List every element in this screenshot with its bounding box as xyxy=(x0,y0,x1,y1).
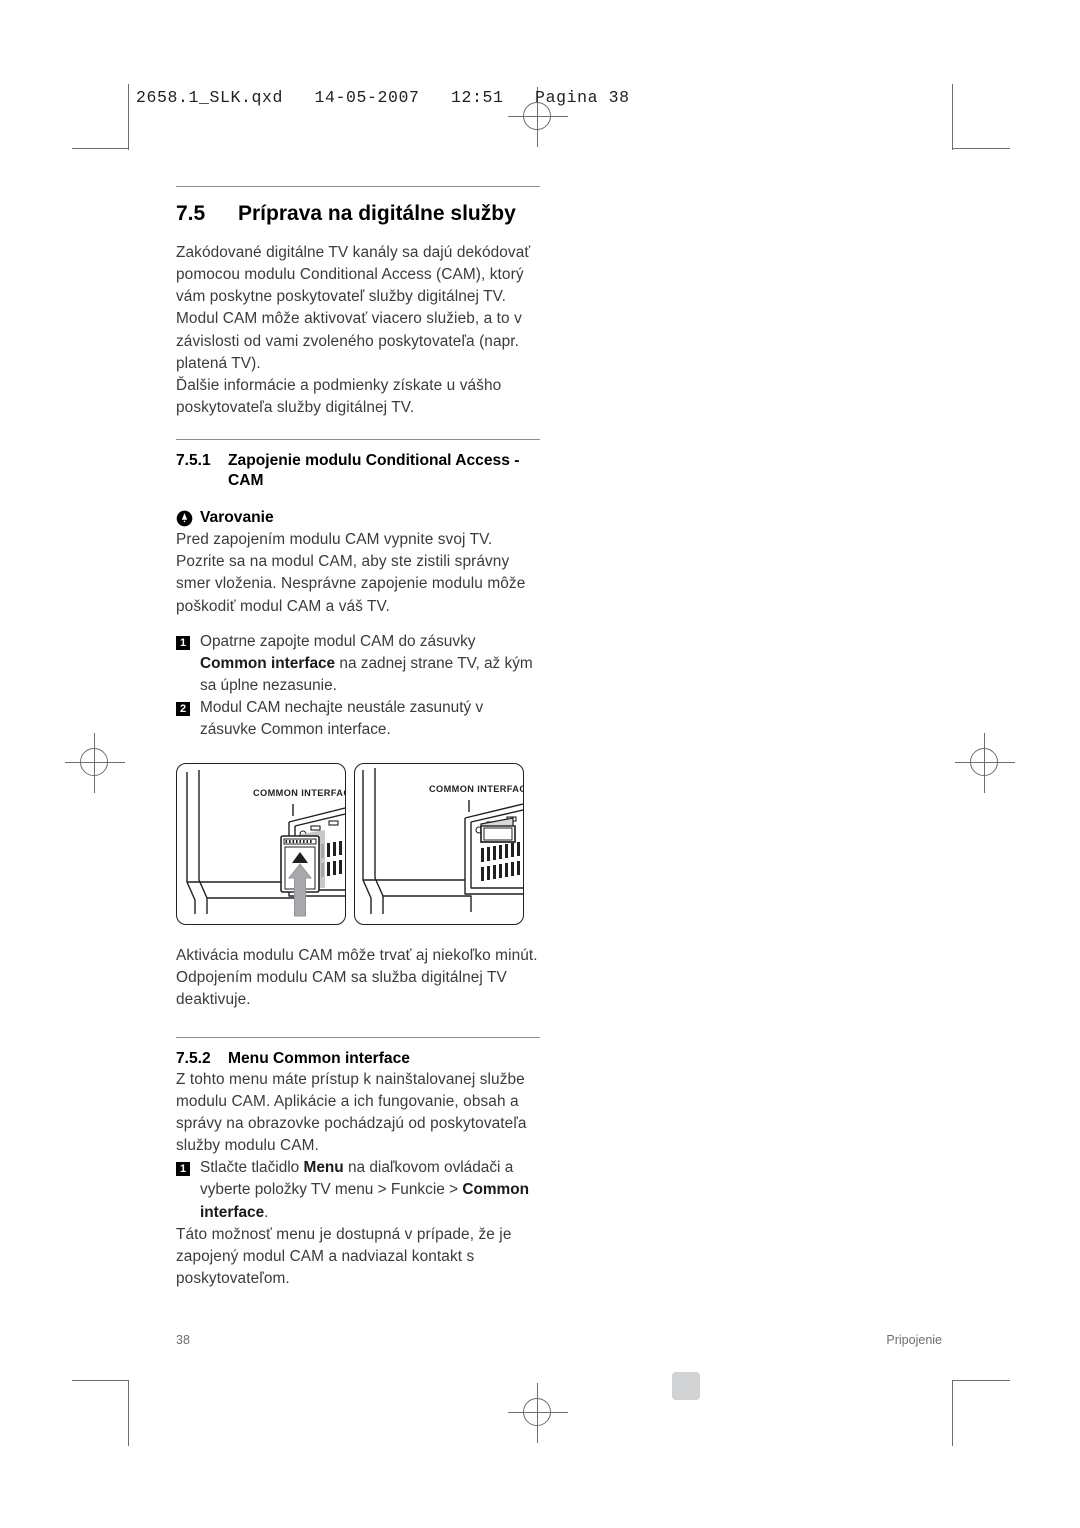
step-text: Opatrne zapojte modul CAM do zásuvky Com… xyxy=(200,631,540,697)
warning-label: Varovanie xyxy=(200,509,274,527)
subsection-2-divider xyxy=(176,1037,540,1039)
registration-mark-right-middle xyxy=(955,733,1015,793)
crop-mark-top-right-horizontal xyxy=(952,148,1010,149)
crop-mark-bottom-left-horizontal xyxy=(72,1380,128,1381)
color-calibration-swatch xyxy=(672,1372,700,1400)
step-text-part: . xyxy=(264,1203,269,1221)
crop-mark-bottom-right-horizontal xyxy=(952,1380,1010,1381)
list-item: 1 Stlačte tlačidlo Menu na diaľkovom ovl… xyxy=(176,1157,540,1223)
subsection-1-number: 7.5.1 xyxy=(176,451,211,469)
subsection-1-divider xyxy=(176,438,540,440)
step-text-part: Stlačte tlačidlo xyxy=(200,1159,304,1177)
registration-mark-bottom-center xyxy=(508,1383,568,1443)
subsection-2-step-list: 1 Stlačte tlačidlo Menu na diaľkovom ovl… xyxy=(176,1157,540,1223)
crop-mark-bottom-left-vertical xyxy=(128,1380,129,1446)
step-text-part: Opatrne zapojte modul CAM do zásuvky xyxy=(200,632,476,650)
page-content-column: 7.5 Príprava na digitálne služby Zakódov… xyxy=(176,186,540,1290)
section-title-divider xyxy=(176,186,540,187)
figure-label-common-interface: COMMON INTERFACE xyxy=(253,788,345,798)
figure-label-common-interface: COMMON INTERFACE xyxy=(429,784,523,794)
subsection-1-title: Zapojenie modulu Conditional Access - CA… xyxy=(228,451,520,489)
subsection-2-closing-paragraph: Táto možnosť menu je dostupná v prípade,… xyxy=(176,1225,512,1287)
page-title: 7.5 Príprava na digitálne služby xyxy=(176,201,540,226)
step-number-badge: 1 xyxy=(176,1162,190,1177)
section-title-text: Príprava na digitálne služby xyxy=(238,202,516,225)
cam-insertion-figure: COMMON INTERFACE xyxy=(176,763,540,926)
registration-mark-circle xyxy=(970,748,998,776)
intro-paragraph-2: Ďalšie informácie a podmienky získate u … xyxy=(176,376,502,416)
tv-back-panel-with-cam-card-drawing: COMMON INTERFACE xyxy=(186,770,345,917)
step-number-badge: 1 xyxy=(176,635,190,650)
section-number: 7.5 xyxy=(176,202,206,225)
footer-chapter-name: Pripojenie xyxy=(886,1333,942,1347)
warning-text: Pred zapojením modulu CAM vypnite svoj T… xyxy=(176,531,526,615)
registration-mark-left-middle xyxy=(65,733,125,793)
list-item: 2 Modul CAM nechajte neustále zasunutý v… xyxy=(176,697,540,741)
crop-mark-top-left-horizontal xyxy=(72,148,128,149)
figure-panel-inserting-cam: COMMON INTERFACE xyxy=(176,763,346,926)
crop-mark-top-right-vertical xyxy=(952,84,953,150)
crop-mark-bottom-right-vertical xyxy=(952,1380,953,1446)
after-figure-paragraph: Aktivácia modulu CAM môže trvať aj nieko… xyxy=(176,947,538,1009)
subsection-1-heading: 7.5.1 Zapojenie modulu Conditional Acces… xyxy=(176,451,540,490)
warning-icon xyxy=(176,510,193,527)
list-item: 1 Opatrne zapojte modul CAM do zásuvky C… xyxy=(176,631,540,697)
registration-mark-circle xyxy=(523,1398,551,1426)
subsection-2-number: 7.5.2 xyxy=(176,1050,211,1068)
step-text-bold: Common interface xyxy=(200,654,336,672)
subsection-2-heading: 7.5.2 Menu Common interface xyxy=(176,1049,540,1069)
warning-heading: Varovanie xyxy=(176,509,540,527)
intro-paragraph-1: Zakódované digitálne TV kanály sa dajú d… xyxy=(176,244,531,372)
prepress-file-stamp: 2658.1_SLK.qxd 14-05-2007 12:51 Pagina 3… xyxy=(136,88,630,107)
figure-panel-cam-inserted: COMMON INTERFACE xyxy=(354,763,524,926)
tv-back-panel-cam-seated-drawing: COMMON INTERFACE xyxy=(362,768,523,915)
subsection-2-paragraph: Z tohto menu máte prístup k nainštalovan… xyxy=(176,1070,527,1155)
step-text: Modul CAM nechajte neustále zasunutý v z… xyxy=(200,698,484,738)
subsection-2-title: Menu Common interface xyxy=(228,1050,410,1068)
footer-page-number: 38 xyxy=(176,1333,190,1347)
step-text: Stlačte tlačidlo Menu na diaľkovom ovlád… xyxy=(200,1157,540,1223)
step-number-badge: 2 xyxy=(176,701,190,716)
registration-mark-circle xyxy=(80,748,108,776)
subsection-1-step-list: 1 Opatrne zapojte modul CAM do zásuvky C… xyxy=(176,631,540,741)
step-text-bold-menu: Menu xyxy=(303,1159,344,1177)
crop-mark-top-left-vertical xyxy=(128,84,129,150)
